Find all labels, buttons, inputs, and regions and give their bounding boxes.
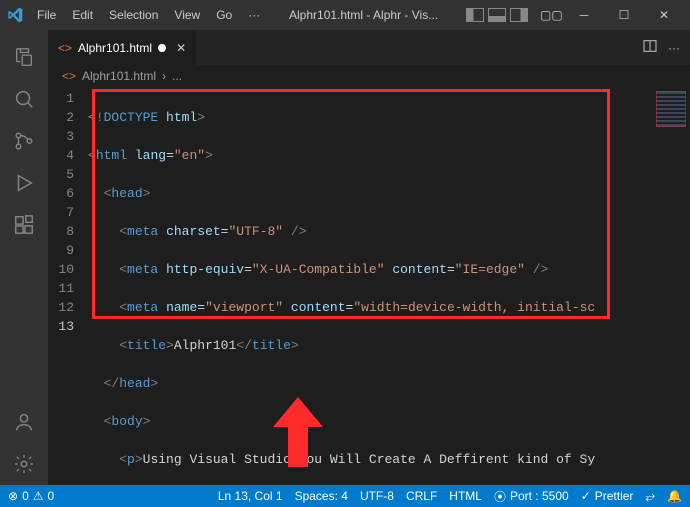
broadcast-icon: ⦿ [494,488,506,505]
menu-selection[interactable]: Selection [102,4,165,26]
split-editor-icon[interactable] [642,38,658,57]
status-line-col[interactable]: Ln 13, Col 1 [218,489,283,503]
tab-label: Alphr101.html [78,41,152,55]
menu-file[interactable]: File [30,4,63,26]
line-gutter: 123 456 789 101112 13 [48,87,88,485]
status-bar: ⊗0 ⚠0 Ln 13, Col 1 Spaces: 4 UTF-8 CRLF … [0,485,690,507]
window-title: Alphr101.html - Alphr - Vis... [267,8,460,22]
breadcrumb[interactable]: <> Alphr101.html › ... [48,65,690,87]
source-control-icon[interactable] [0,120,48,162]
vscode-logo-icon [6,6,24,24]
status-problems[interactable]: ⊗0 ⚠0 [8,489,54,503]
more-actions-icon[interactable]: ··· [668,41,680,55]
customize-layout-icon[interactable]: ▢▢ [540,8,558,22]
editor-area: <> Alphr101.html ✕ ··· <> Alphr101.html … [48,30,690,485]
menu-edit[interactable]: Edit [65,4,100,26]
activity-bar [0,30,48,485]
status-prettier[interactable]: ✓Prettier [581,489,634,503]
html-file-icon: <> [58,41,72,55]
error-icon: ⊗ [8,489,18,503]
breadcrumb-file: Alphr101.html [82,69,156,83]
check-icon: ✓ [581,489,591,503]
menu-go[interactable]: Go [209,4,239,26]
search-icon[interactable] [0,78,48,120]
tab-close-icon[interactable]: ✕ [176,41,186,55]
tab-bar: <> Alphr101.html ✕ ··· [48,30,690,65]
code-area[interactable]: 123 456 789 101112 13 <!DOCTYPE html> <h… [48,87,690,485]
warning-icon: ⚠ [33,489,44,503]
status-spaces[interactable]: Spaces: 4 [295,489,348,503]
status-feedback-icon[interactable]: ⥂ [645,489,655,504]
minimize-button[interactable]: ─ [564,0,604,30]
menu-overflow[interactable]: ··· [241,4,267,26]
layout-left-icon[interactable] [466,8,484,22]
close-button[interactable]: ✕ [644,0,684,30]
status-language[interactable]: HTML [449,489,482,503]
layout-controls: ▢▢ [466,8,558,22]
breadcrumb-rest: ... [172,69,182,83]
extensions-icon[interactable] [0,204,48,246]
minimap-content [656,91,686,127]
status-encoding[interactable]: UTF-8 [360,489,394,503]
maximize-button[interactable]: ☐ [604,0,644,30]
breadcrumb-sep: › [162,69,166,83]
run-debug-icon[interactable] [0,162,48,204]
menu-view[interactable]: View [167,4,207,26]
tab-alphr101[interactable]: <> Alphr101.html ✕ [48,30,197,65]
status-live-server[interactable]: ⦿Port : 5500 [494,488,569,505]
annotation-arrow-icon [268,397,328,470]
layout-bottom-icon[interactable] [488,8,506,22]
title-bar: File Edit Selection View Go ··· Alphr101… [0,0,690,30]
accounts-icon[interactable] [0,401,48,443]
code-content[interactable]: <!DOCTYPE html> <html lang="en"> <head> … [88,87,650,485]
minimap[interactable] [652,87,690,485]
window-controls: ─ ☐ ✕ [564,0,684,30]
explorer-icon[interactable] [0,36,48,78]
html-file-icon: <> [62,69,76,83]
status-eol[interactable]: CRLF [406,489,437,503]
status-bell-icon[interactable]: 🔔 [667,489,682,503]
tab-dirty-dot-icon [158,44,166,52]
layout-right-icon[interactable] [510,8,528,22]
settings-gear-icon[interactable] [0,443,48,485]
app-menu: File Edit Selection View Go ··· [30,4,267,26]
